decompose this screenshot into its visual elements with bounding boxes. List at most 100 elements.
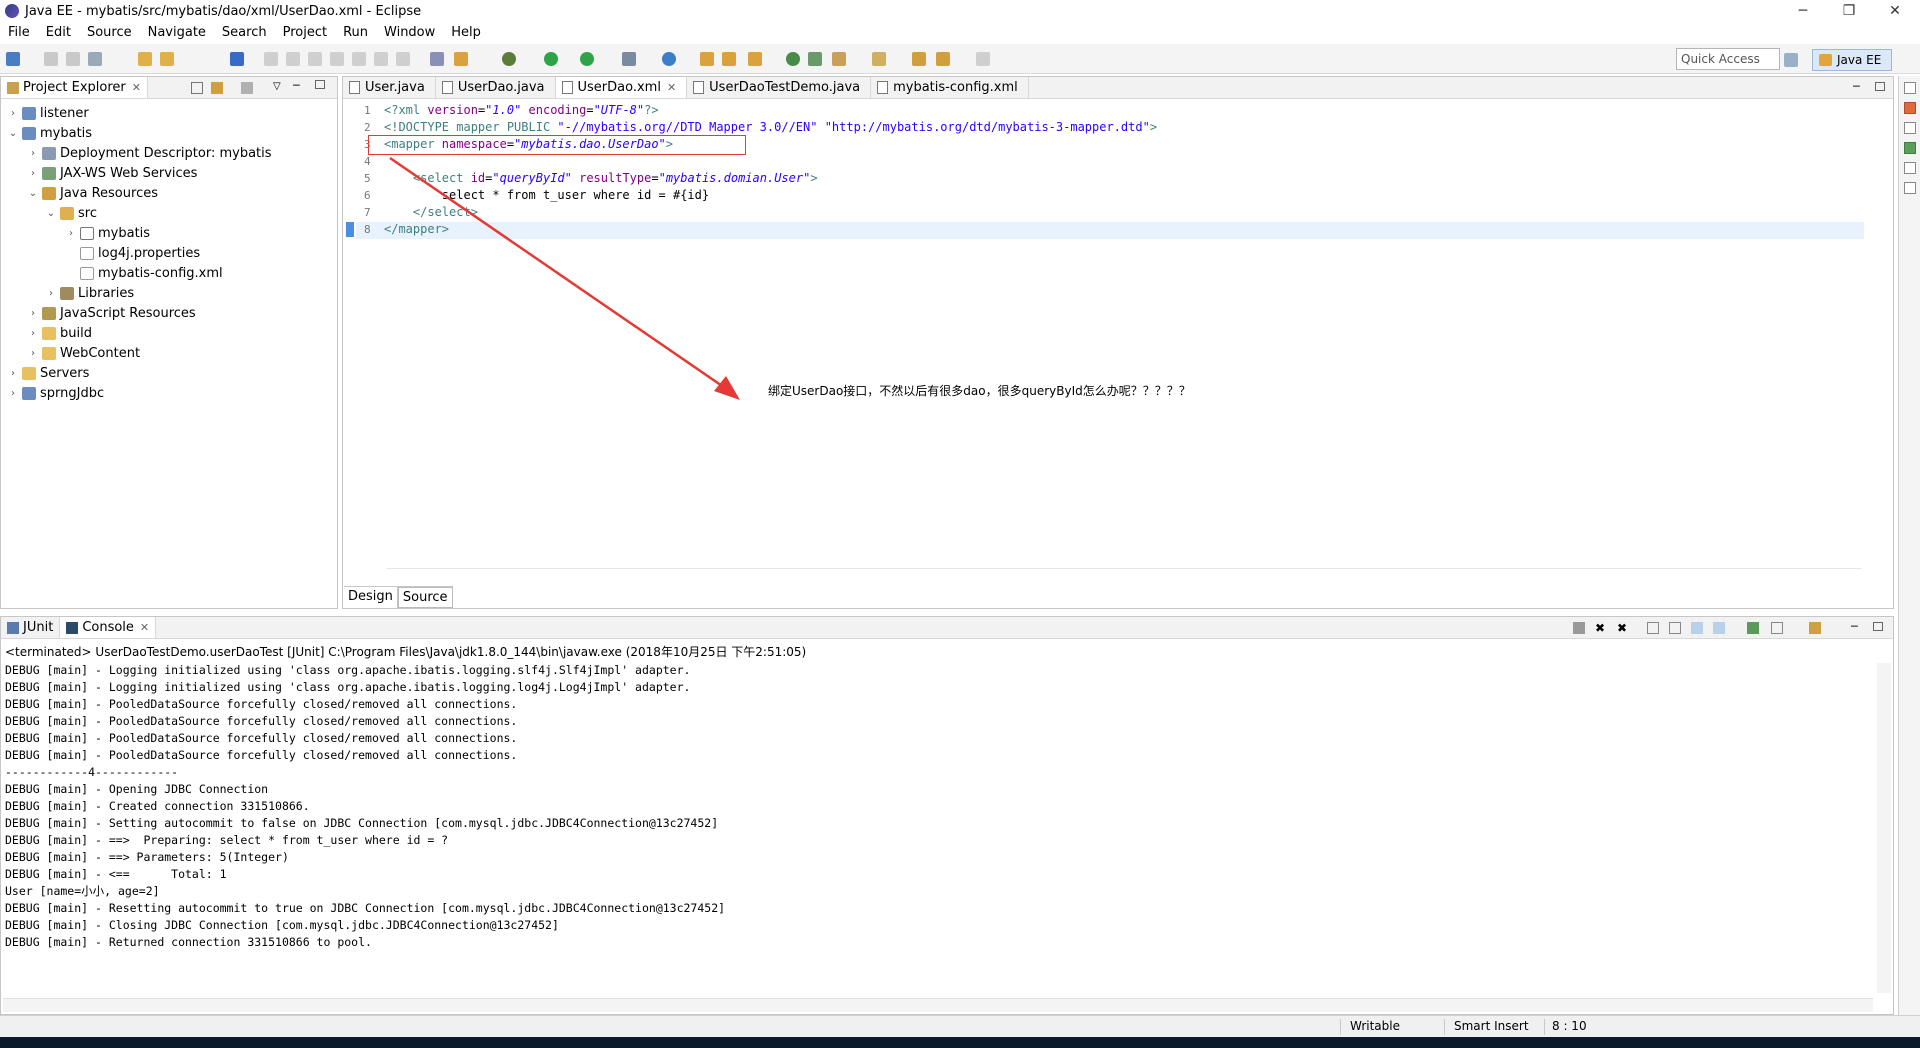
display-console-icon[interactable] (1771, 622, 1783, 634)
pin-console-icon[interactable] (1747, 622, 1759, 634)
debug-icon[interactable] (502, 52, 516, 66)
clear-console-icon[interactable] (1647, 622, 1659, 634)
menu-search[interactable]: Search (214, 25, 275, 40)
close-icon[interactable]: ✕ (667, 81, 676, 94)
expand-arrow-icon[interactable]: › (27, 308, 39, 319)
search-icon[interactable] (808, 52, 822, 66)
save-icon[interactable] (44, 52, 58, 66)
resume-icon[interactable] (264, 52, 278, 66)
tab-userdao-xml[interactable]: UserDao.xml ✕ (555, 77, 688, 98)
expand-arrow-icon[interactable]: › (45, 288, 57, 299)
show-on-error-icon[interactable] (1713, 622, 1725, 634)
menu-project[interactable]: Project (275, 25, 335, 40)
suspend-icon[interactable] (286, 52, 300, 66)
menu-window[interactable]: Window (376, 25, 443, 40)
collapse-arrow-icon[interactable]: ⌄ (27, 188, 39, 199)
collapse-all-icon[interactable] (191, 82, 203, 94)
bookmarks-icon[interactable] (1904, 182, 1916, 194)
open-resource-icon[interactable] (160, 52, 174, 66)
tree-item-mybatis-package[interactable]: › mybatis (65, 223, 150, 243)
collapse-arrow-icon[interactable]: ⌄ (45, 208, 57, 219)
maximize-view-icon[interactable] (1875, 82, 1885, 91)
editor-hscroll[interactable] (386, 568, 1862, 578)
server-icon[interactable] (622, 52, 636, 66)
console-hscroll[interactable] (3, 998, 1873, 1012)
toggle-block-selection-icon[interactable] (430, 52, 444, 66)
menu-navigate[interactable]: Navigate (140, 25, 214, 40)
maximize-button[interactable]: ❐ (1826, 0, 1872, 22)
tree-item-sprngjdbc[interactable]: › sprngJdbc (7, 383, 104, 403)
tree-item-log4j[interactable]: log4j.properties (65, 243, 200, 263)
run-last-tool-icon[interactable] (580, 52, 594, 66)
console-output[interactable]: DEBUG [main] - Logging initialized using… (5, 662, 725, 951)
link-with-editor-icon[interactable] (211, 82, 223, 94)
forward-icon[interactable] (976, 52, 990, 66)
tree-item-build[interactable]: › build (27, 323, 92, 343)
close-button[interactable]: ✕ (1872, 0, 1918, 22)
minimize-view-icon[interactable]: ─ (1851, 620, 1863, 633)
print-icon[interactable] (88, 52, 102, 66)
expand-arrow-icon[interactable]: › (27, 348, 39, 359)
last-edit-location-icon[interactable] (912, 52, 926, 66)
close-icon[interactable]: ✕ (140, 621, 149, 634)
palette-icon[interactable] (1904, 142, 1916, 154)
next-annotation-icon[interactable] (872, 52, 886, 66)
expand-arrow-icon[interactable]: › (7, 108, 19, 119)
open-task-icon[interactable] (748, 52, 762, 66)
show-whitespace-icon[interactable] (454, 52, 468, 66)
tab-console[interactable]: Console ✕ (60, 617, 157, 638)
open-perspective-icon[interactable] (1784, 53, 1798, 67)
step-over-icon[interactable] (374, 52, 388, 66)
expand-arrow-icon[interactable]: › (27, 148, 39, 159)
maximize-view-icon[interactable] (1873, 622, 1883, 631)
step-into-icon[interactable] (352, 52, 366, 66)
globe-icon[interactable] (786, 52, 800, 66)
terminate-icon[interactable] (308, 52, 322, 66)
scroll-lock-icon[interactable] (1669, 622, 1681, 634)
back-icon[interactable] (936, 52, 950, 66)
remove-launch-icon[interactable]: ✖ (1595, 621, 1607, 635)
tree-item-webcontent[interactable]: › WebContent (27, 343, 140, 363)
menu-file[interactable]: File (0, 25, 38, 40)
new-icon[interactable] (6, 52, 20, 66)
outline-icon[interactable] (1904, 102, 1916, 114)
properties-icon[interactable] (1904, 162, 1916, 174)
expand-arrow-icon[interactable]: › (27, 328, 39, 339)
tab-userdao-java[interactable]: UserDao.java (436, 77, 556, 98)
tree-item-java-resources[interactable]: ⌄ Java Resources (27, 183, 158, 203)
tab-design[interactable]: Design (344, 587, 398, 608)
annotation-icon[interactable] (832, 52, 846, 66)
step-return-icon[interactable] (396, 52, 410, 66)
tree-item-servers[interactable]: › Servers (7, 363, 89, 383)
tree-item-listener[interactable]: › listener (7, 103, 89, 123)
quick-access-input[interactable]: Quick Access (1676, 48, 1780, 70)
new-package-icon[interactable] (700, 52, 714, 66)
tab-user-java[interactable]: User.java (343, 77, 436, 98)
menu-source[interactable]: Source (79, 25, 140, 40)
tab-source[interactable]: Source (397, 587, 453, 608)
save-all-icon[interactable] (66, 52, 80, 66)
tree-item-javascript-resources[interactable]: › JavaScript Resources (27, 303, 196, 323)
terminate-icon[interactable] (1573, 622, 1585, 634)
menu-help[interactable]: Help (443, 25, 489, 40)
restore-icon[interactable] (1904, 82, 1916, 94)
menu-run[interactable]: Run (335, 25, 376, 40)
focus-icon[interactable] (241, 82, 253, 94)
show-on-output-icon[interactable] (1691, 622, 1703, 634)
maximize-view-icon[interactable] (315, 80, 325, 89)
new-class-icon[interactable] (722, 52, 736, 66)
tree-item-src[interactable]: ⌄ src (45, 203, 97, 223)
minimize-button[interactable]: ─ (1780, 0, 1826, 22)
perspective-java-ee[interactable]: Java EE (1812, 49, 1892, 71)
menu-edit[interactable]: Edit (38, 25, 79, 40)
tab-mybatis-config-xml[interactable]: mybatis-config.xml (871, 77, 1029, 98)
tree-item-jax-ws[interactable]: › JAX-WS Web Services (27, 163, 197, 183)
expand-arrow-icon[interactable]: › (7, 388, 19, 399)
tree-item-libraries[interactable]: › Libraries (45, 283, 134, 303)
tree-item-mybatis[interactable]: ⌄ mybatis (7, 123, 92, 143)
console-vscroll[interactable] (1877, 663, 1891, 993)
minimize-view-icon[interactable]: ─ (1853, 80, 1865, 93)
expand-arrow-icon[interactable]: › (7, 368, 19, 379)
run-icon[interactable] (544, 52, 558, 66)
editor-vscroll[interactable] (1866, 102, 1878, 562)
